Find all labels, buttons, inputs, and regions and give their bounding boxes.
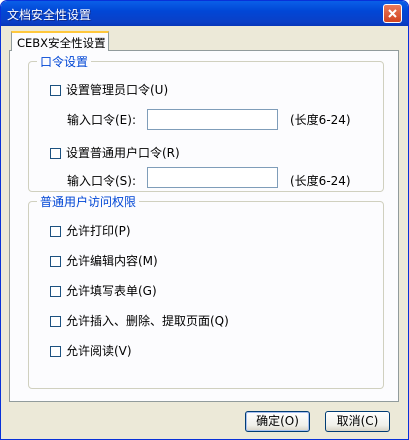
admin-length-hint: (长度6-24) [290,113,351,127]
checkbox-box[interactable] [50,346,61,357]
checkbox-box[interactable] [50,256,61,267]
password-group-legend: 口令设置 [37,53,92,70]
allow-fill-form-label: 允许填写表单(G) [66,284,157,298]
tab-cebx-security[interactable]: CEBX安全性设置 [11,31,109,51]
allow-edit-checkbox[interactable]: 允许编辑内容(M) [50,252,158,269]
allow-edit-label: 允许编辑内容(M) [66,254,158,268]
checkbox-box[interactable] [50,148,61,159]
user-password-input[interactable] [147,167,278,188]
password-settings-group: 口令设置 设置管理员口令(U) 输入口令(E): (长度6-24) 设置普通用户… [28,53,384,192]
window-title: 文档安全性设置 [7,8,92,22]
allow-print-checkbox[interactable]: 允许打印(P) [50,222,131,239]
allow-page-ops-checkbox[interactable]: 允许插入、删除、提取页面(Q) [50,312,229,329]
checkbox-box[interactable] [50,286,61,297]
close-icon [388,9,397,18]
allow-page-ops-label: 允许插入、删除、提取页面(Q) [66,314,229,328]
allow-fill-form-checkbox[interactable]: 允许填写表单(G) [50,282,157,299]
title-bar[interactable]: 文档安全性设置 [1,1,408,26]
permissions-group-legend: 普通用户访问权限 [37,193,140,210]
checkbox-box[interactable] [50,226,61,237]
checkbox-box[interactable] [50,85,61,96]
checkbox-box[interactable] [50,316,61,327]
dialog-window: 文档安全性设置 CEBX安全性设置 口令设置 设置管理员口令(U) 输入口令(E… [0,0,409,440]
user-length-hint: (长度6-24) [290,174,351,188]
tab-label: CEBX安全性设置 [17,36,106,50]
cancel-button[interactable]: 取消(C) [325,411,390,432]
close-button[interactable] [383,4,402,23]
admin-password-label: 设置管理员口令(U) [66,83,169,97]
ok-button[interactable]: 确定(O) [245,411,310,432]
allow-print-label: 允许打印(P) [66,224,131,238]
allow-read-label: 允许阅读(V) [66,344,132,358]
admin-input-label: 输入口令(E): [67,113,136,127]
admin-password-input[interactable] [147,109,278,130]
user-password-label: 设置普通用户口令(R) [66,146,180,160]
tab-panel: 口令设置 设置管理员口令(U) 输入口令(E): (长度6-24) 设置普通用户… [9,50,399,402]
allow-read-checkbox[interactable]: 允许阅读(V) [50,342,132,359]
user-permissions-group: 普通用户访问权限 允许打印(P) 允许编辑内容(M) 允许填写表单(G) 允许插… [28,193,384,389]
user-password-checkbox[interactable]: 设置普通用户口令(R) [50,144,180,161]
user-input-label: 输入口令(S): [67,174,137,188]
admin-password-checkbox[interactable]: 设置管理员口令(U) [50,81,168,98]
